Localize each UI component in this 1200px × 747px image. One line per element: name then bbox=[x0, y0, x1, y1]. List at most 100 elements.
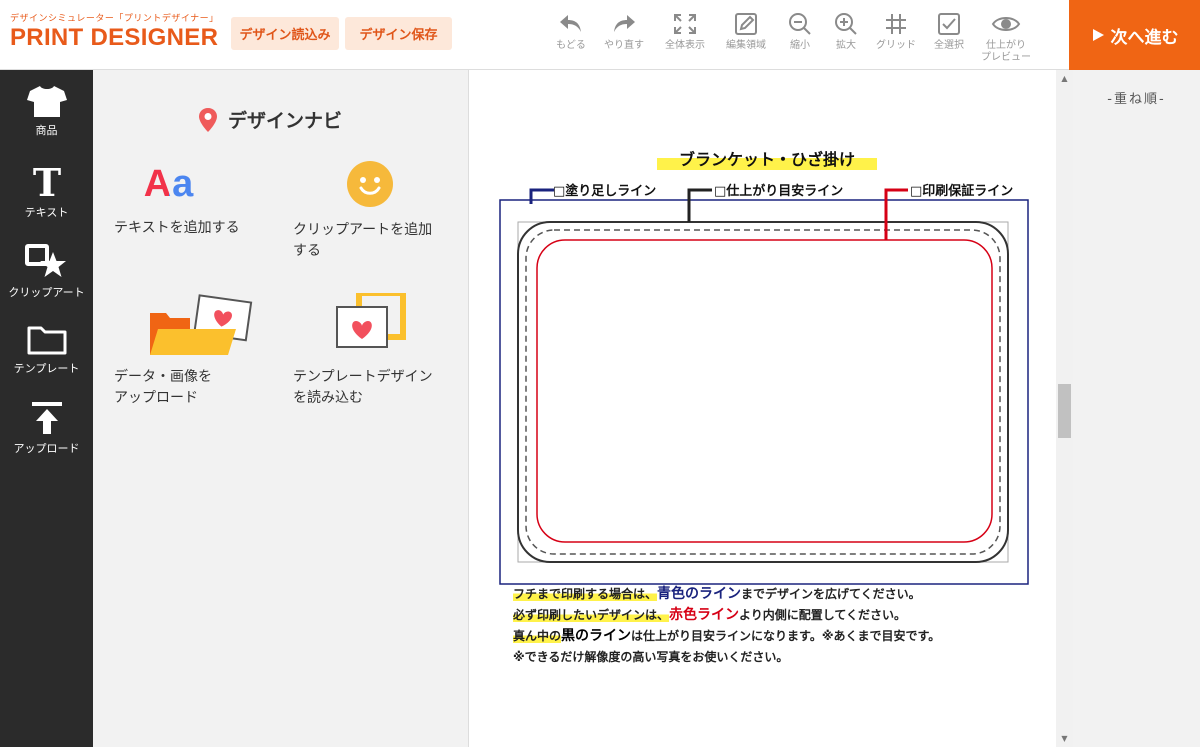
fit-view-label: 全体表示 bbox=[665, 40, 705, 51]
edit-area-icon bbox=[735, 13, 757, 35]
select-all-icon bbox=[938, 13, 960, 35]
scroll-up-arrow[interactable]: ▲ bbox=[1058, 74, 1071, 83]
upload-data-label-2: アップロード bbox=[114, 390, 198, 406]
sidebar-item-label: クリップアート bbox=[8, 286, 85, 299]
add-text-icon-text: Aa bbox=[143, 163, 195, 205]
svg-text:T: T bbox=[32, 162, 60, 200]
note-2a: 必ず印刷したいデザインは、 bbox=[513, 608, 670, 622]
add-clipart-label-2: する bbox=[293, 243, 321, 259]
sidebar-item-label: テキスト bbox=[24, 206, 69, 219]
preview-label-line1: 仕上がり bbox=[986, 40, 1026, 51]
zoom-out-button[interactable]: 縮小 bbox=[775, 12, 825, 52]
add-clipart-label-1: クリップアートを追加 bbox=[293, 222, 433, 238]
logo[interactable]: デザインシミュレーター「プリントデザイナー」 PRINT DESIGNER bbox=[10, 14, 219, 51]
note-3b: 黒のライン bbox=[561, 628, 632, 644]
scroll-down-arrow[interactable]: ▼ bbox=[1058, 734, 1071, 743]
edit-area-label: 編集領域 bbox=[726, 40, 766, 51]
location-pin-icon bbox=[199, 107, 217, 132]
note-1b: 青色のライン bbox=[657, 586, 742, 602]
sidebar-item-label: テンプレート bbox=[13, 362, 80, 375]
scroll-thumb[interactable] bbox=[1058, 384, 1071, 438]
template-title-text: ブランケット・ひざ掛け bbox=[678, 150, 855, 169]
trim-dashed-line bbox=[525, 229, 1001, 555]
note-line-4: ※できるだけ解像度の高い写真をお使いください。 bbox=[513, 650, 789, 664]
redo-icon bbox=[614, 15, 635, 32]
upload-data-item[interactable]: データ・画像を アップロード bbox=[114, 293, 284, 409]
note-line-2: 必ず印刷したいデザインは、赤色ラインより内側に配置してください。 bbox=[513, 607, 906, 623]
sidebar-item-label: アップロード bbox=[13, 442, 80, 455]
zoom-out-label: 縮小 bbox=[790, 40, 810, 51]
add-text-label: テキストを追加する bbox=[114, 220, 240, 236]
bleed-callout bbox=[529, 188, 554, 204]
load-design-button[interactable]: デザイン読込み bbox=[231, 17, 339, 50]
sidebar-item-clipart[interactable]: クリップアート bbox=[0, 244, 93, 300]
app-header: デザインシミュレーター「プリントデザイナー」 PRINT DESIGNER デザ… bbox=[0, 0, 1200, 70]
note-3c: は仕上がり目安ラインになります。※あくまで目安です。 bbox=[631, 629, 941, 643]
navi-title-text: デザインナビ bbox=[228, 110, 343, 132]
note-3a: 真ん中の bbox=[513, 629, 562, 643]
template-frame-icon bbox=[336, 290, 406, 348]
fit-view-button[interactable]: 全体表示 bbox=[660, 12, 710, 52]
preview-button[interactable]: 仕上がり プレビュー bbox=[981, 12, 1031, 64]
note-1c: までデザインを広げてください。 bbox=[741, 587, 921, 601]
safe-callout bbox=[884, 188, 908, 240]
note-2c: より内側に配置してください。 bbox=[739, 608, 907, 622]
next-button-label: 次へ進む bbox=[1110, 27, 1179, 48]
note-line-1: フチまで印刷する場合は、青色のラインまでデザインを広げてください。 bbox=[513, 586, 921, 602]
redo-button[interactable]: やり直す bbox=[599, 12, 649, 52]
layers-panel: -重ね順- bbox=[1073, 70, 1200, 747]
navi-title: デザインナビ bbox=[198, 106, 342, 133]
image-area bbox=[517, 221, 1009, 563]
load-template-item[interactable]: テンプレートデザイン を読み込む bbox=[293, 290, 463, 409]
zoom-in-button[interactable]: 拡大 bbox=[821, 12, 871, 52]
undo-icon bbox=[560, 15, 581, 32]
safe-line bbox=[536, 239, 993, 543]
sidebar-item-label: 商品 bbox=[35, 124, 58, 137]
select-all-label: 全選択 bbox=[934, 40, 964, 51]
logo-title: PRINT DESIGNER bbox=[10, 24, 219, 51]
eye-icon bbox=[991, 17, 1021, 31]
sidebar-item-text[interactable]: T テキスト bbox=[0, 162, 93, 220]
grid-button[interactable]: グリッド bbox=[871, 12, 921, 52]
undo-label: もどる bbox=[556, 40, 586, 51]
print-template-guide[interactable] bbox=[480, 170, 1080, 590]
fit-view-icon bbox=[674, 14, 696, 34]
note-line-3: 真ん中の黒のラインは仕上がり目安ラインになります。※あくまで目安です。 bbox=[513, 628, 940, 644]
redo-label: やり直す bbox=[604, 40, 644, 51]
bleed-line bbox=[499, 199, 1029, 585]
select-all-button[interactable]: 全選択 bbox=[924, 12, 974, 52]
note-1a: フチまで印刷する場合は、 bbox=[513, 587, 658, 601]
upload-icon bbox=[31, 402, 62, 434]
clipart-icon bbox=[24, 244, 66, 277]
smiley-icon bbox=[347, 161, 393, 207]
next-button[interactable]: 次へ進む bbox=[1069, 0, 1200, 70]
sidebar-item-template[interactable]: テンプレート bbox=[0, 324, 93, 376]
note-2b: 赤色ライン bbox=[669, 607, 740, 623]
left-sidebar: 商品 T テキスト クリップアート テンプレート アップロード bbox=[0, 70, 93, 747]
sidebar-item-product[interactable]: 商品 bbox=[0, 84, 93, 138]
folder-icon bbox=[27, 326, 66, 355]
zoom-out-icon bbox=[789, 13, 811, 35]
play-icon bbox=[1092, 29, 1104, 41]
template-title: ブランケット・ひざ掛け bbox=[657, 150, 877, 170]
add-clipart-item[interactable]: クリップアートを追加 する bbox=[293, 160, 463, 262]
sidebar-item-upload[interactable]: アップロード bbox=[0, 400, 93, 456]
add-text-item[interactable]: Aa テキストを追加する bbox=[114, 160, 284, 239]
design-navi-panel: デザインナビ Aa テキストを追加する クリップアートを追加 する データ・画像… bbox=[93, 70, 469, 747]
text-icon: T bbox=[32, 162, 60, 200]
add-text-icon: Aa bbox=[114, 160, 224, 216]
trim-callout bbox=[687, 188, 712, 222]
upload-data-label-1: データ・画像を bbox=[114, 369, 212, 385]
preview-label-line2: プレビュー bbox=[981, 52, 1031, 63]
load-template-label-2: を読み込む bbox=[293, 390, 363, 406]
undo-button[interactable]: もどる bbox=[546, 12, 596, 52]
folder-photo-icon bbox=[150, 294, 253, 355]
edit-area-button[interactable]: 編集領域 bbox=[721, 12, 771, 52]
grid-label: グリッド bbox=[876, 40, 916, 51]
tshirt-icon bbox=[26, 86, 67, 117]
load-template-label-1: テンプレートデザイン bbox=[293, 369, 433, 385]
grid-icon bbox=[886, 14, 906, 34]
layers-title: -重ね順- bbox=[1107, 92, 1166, 107]
zoom-in-icon bbox=[835, 13, 857, 35]
save-design-button[interactable]: デザイン保存 bbox=[345, 17, 452, 50]
